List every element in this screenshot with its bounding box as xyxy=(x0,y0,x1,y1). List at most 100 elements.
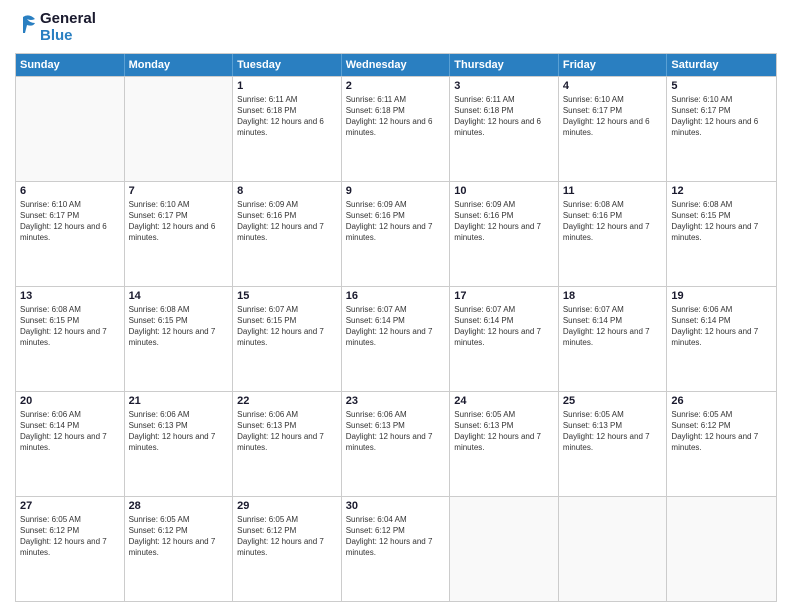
cell-info: Sunrise: 6:08 AMSunset: 6:15 PMDaylight:… xyxy=(671,199,772,244)
cell-info: Sunrise: 6:05 AMSunset: 6:12 PMDaylight:… xyxy=(237,514,337,559)
cell-4-0: 27 Sunrise: 6:05 AMSunset: 6:12 PMDaylig… xyxy=(16,497,125,601)
cell-info: Sunrise: 6:09 AMSunset: 6:16 PMDaylight:… xyxy=(237,199,337,244)
day-number: 29 xyxy=(237,500,337,512)
cell-info: Sunrise: 6:10 AMSunset: 6:17 PMDaylight:… xyxy=(20,199,120,244)
cell-3-3: 23 Sunrise: 6:06 AMSunset: 6:13 PMDaylig… xyxy=(342,392,451,496)
cell-0-5: 4 Sunrise: 6:10 AMSunset: 6:17 PMDayligh… xyxy=(559,77,668,181)
cell-4-1: 28 Sunrise: 6:05 AMSunset: 6:12 PMDaylig… xyxy=(125,497,234,601)
day-number: 19 xyxy=(671,290,772,302)
cell-info: Sunrise: 6:05 AMSunset: 6:12 PMDaylight:… xyxy=(671,409,772,454)
week-row-3: 20 Sunrise: 6:06 AMSunset: 6:14 PMDaylig… xyxy=(16,391,776,496)
logo-bird-icon xyxy=(15,13,37,41)
cell-1-4: 10 Sunrise: 6:09 AMSunset: 6:16 PMDaylig… xyxy=(450,182,559,286)
day-number: 13 xyxy=(20,290,120,302)
cell-0-6: 5 Sunrise: 6:10 AMSunset: 6:17 PMDayligh… xyxy=(667,77,776,181)
cell-2-0: 13 Sunrise: 6:08 AMSunset: 6:15 PMDaylig… xyxy=(16,287,125,391)
day-number: 6 xyxy=(20,185,120,197)
day-number: 2 xyxy=(346,80,446,92)
cell-1-1: 7 Sunrise: 6:10 AMSunset: 6:17 PMDayligh… xyxy=(125,182,234,286)
day-number: 30 xyxy=(346,500,446,512)
cell-4-3: 30 Sunrise: 6:04 AMSunset: 6:12 PMDaylig… xyxy=(342,497,451,601)
cell-info: Sunrise: 6:11 AMSunset: 6:18 PMDaylight:… xyxy=(454,94,554,139)
cell-info: Sunrise: 6:05 AMSunset: 6:12 PMDaylight:… xyxy=(20,514,120,559)
day-number: 23 xyxy=(346,395,446,407)
day-number: 25 xyxy=(563,395,663,407)
day-number: 11 xyxy=(563,185,663,197)
cell-2-6: 19 Sunrise: 6:06 AMSunset: 6:14 PMDaylig… xyxy=(667,287,776,391)
cell-info: Sunrise: 6:06 AMSunset: 6:13 PMDaylight:… xyxy=(129,409,229,454)
cell-info: Sunrise: 6:06 AMSunset: 6:13 PMDaylight:… xyxy=(237,409,337,454)
calendar: Sunday Monday Tuesday Wednesday Thursday… xyxy=(15,53,777,603)
cell-info: Sunrise: 6:07 AMSunset: 6:14 PMDaylight:… xyxy=(454,304,554,349)
cell-info: Sunrise: 6:05 AMSunset: 6:12 PMDaylight:… xyxy=(129,514,229,559)
day-number: 5 xyxy=(671,80,772,92)
cell-1-6: 12 Sunrise: 6:08 AMSunset: 6:15 PMDaylig… xyxy=(667,182,776,286)
header: General Blue xyxy=(15,10,777,45)
week-row-1: 6 Sunrise: 6:10 AMSunset: 6:17 PMDayligh… xyxy=(16,181,776,286)
week-row-0: 1 Sunrise: 6:11 AMSunset: 6:18 PMDayligh… xyxy=(16,76,776,181)
week-row-2: 13 Sunrise: 6:08 AMSunset: 6:15 PMDaylig… xyxy=(16,286,776,391)
day-number: 8 xyxy=(237,185,337,197)
cell-info: Sunrise: 6:10 AMSunset: 6:17 PMDaylight:… xyxy=(563,94,663,139)
week-row-4: 27 Sunrise: 6:05 AMSunset: 6:12 PMDaylig… xyxy=(16,496,776,601)
cell-3-5: 25 Sunrise: 6:05 AMSunset: 6:13 PMDaylig… xyxy=(559,392,668,496)
logo-container: General Blue xyxy=(15,10,96,45)
cell-info: Sunrise: 6:04 AMSunset: 6:12 PMDaylight:… xyxy=(346,514,446,559)
header-monday: Monday xyxy=(125,54,234,76)
header-wednesday: Wednesday xyxy=(342,54,451,76)
cell-info: Sunrise: 6:07 AMSunset: 6:14 PMDaylight:… xyxy=(346,304,446,349)
day-number: 10 xyxy=(454,185,554,197)
day-number: 9 xyxy=(346,185,446,197)
cell-info: Sunrise: 6:05 AMSunset: 6:13 PMDaylight:… xyxy=(563,409,663,454)
cell-3-1: 21 Sunrise: 6:06 AMSunset: 6:13 PMDaylig… xyxy=(125,392,234,496)
cell-4-2: 29 Sunrise: 6:05 AMSunset: 6:12 PMDaylig… xyxy=(233,497,342,601)
cell-2-2: 15 Sunrise: 6:07 AMSunset: 6:15 PMDaylig… xyxy=(233,287,342,391)
cell-2-5: 18 Sunrise: 6:07 AMSunset: 6:14 PMDaylig… xyxy=(559,287,668,391)
cell-info: Sunrise: 6:08 AMSunset: 6:16 PMDaylight:… xyxy=(563,199,663,244)
day-number: 12 xyxy=(671,185,772,197)
logo-line2: Blue xyxy=(40,27,96,44)
cell-info: Sunrise: 6:10 AMSunset: 6:17 PMDaylight:… xyxy=(129,199,229,244)
day-number: 18 xyxy=(563,290,663,302)
cell-info: Sunrise: 6:11 AMSunset: 6:18 PMDaylight:… xyxy=(237,94,337,139)
cell-1-0: 6 Sunrise: 6:10 AMSunset: 6:17 PMDayligh… xyxy=(16,182,125,286)
header-saturday: Saturday xyxy=(667,54,776,76)
day-number: 16 xyxy=(346,290,446,302)
cell-0-3: 2 Sunrise: 6:11 AMSunset: 6:18 PMDayligh… xyxy=(342,77,451,181)
cell-3-4: 24 Sunrise: 6:05 AMSunset: 6:13 PMDaylig… xyxy=(450,392,559,496)
day-number: 21 xyxy=(129,395,229,407)
cell-info: Sunrise: 6:11 AMSunset: 6:18 PMDaylight:… xyxy=(346,94,446,139)
day-number: 7 xyxy=(129,185,229,197)
cell-3-2: 22 Sunrise: 6:06 AMSunset: 6:13 PMDaylig… xyxy=(233,392,342,496)
cell-info: Sunrise: 6:10 AMSunset: 6:17 PMDaylight:… xyxy=(671,94,772,139)
day-number: 28 xyxy=(129,500,229,512)
day-number: 26 xyxy=(671,395,772,407)
day-number: 15 xyxy=(237,290,337,302)
day-number: 3 xyxy=(454,80,554,92)
cell-0-4: 3 Sunrise: 6:11 AMSunset: 6:18 PMDayligh… xyxy=(450,77,559,181)
cell-4-4 xyxy=(450,497,559,601)
header-tuesday: Tuesday xyxy=(233,54,342,76)
day-number: 14 xyxy=(129,290,229,302)
cell-info: Sunrise: 6:07 AMSunset: 6:15 PMDaylight:… xyxy=(237,304,337,349)
header-friday: Friday xyxy=(559,54,668,76)
calendar-body: 1 Sunrise: 6:11 AMSunset: 6:18 PMDayligh… xyxy=(16,76,776,602)
logo: General Blue xyxy=(15,10,96,45)
page: General Blue Sunday Monday Tuesday Wedne… xyxy=(0,0,792,612)
cell-2-4: 17 Sunrise: 6:07 AMSunset: 6:14 PMDaylig… xyxy=(450,287,559,391)
day-number: 4 xyxy=(563,80,663,92)
header-sunday: Sunday xyxy=(16,54,125,76)
cell-3-0: 20 Sunrise: 6:06 AMSunset: 6:14 PMDaylig… xyxy=(16,392,125,496)
day-number: 1 xyxy=(237,80,337,92)
day-number: 22 xyxy=(237,395,337,407)
cell-info: Sunrise: 6:05 AMSunset: 6:13 PMDaylight:… xyxy=(454,409,554,454)
cell-1-3: 9 Sunrise: 6:09 AMSunset: 6:16 PMDayligh… xyxy=(342,182,451,286)
day-number: 17 xyxy=(454,290,554,302)
calendar-header-row: Sunday Monday Tuesday Wednesday Thursday… xyxy=(16,54,776,76)
cell-0-0 xyxy=(16,77,125,181)
header-thursday: Thursday xyxy=(450,54,559,76)
day-number: 24 xyxy=(454,395,554,407)
cell-0-1 xyxy=(125,77,234,181)
cell-1-5: 11 Sunrise: 6:08 AMSunset: 6:16 PMDaylig… xyxy=(559,182,668,286)
cell-2-3: 16 Sunrise: 6:07 AMSunset: 6:14 PMDaylig… xyxy=(342,287,451,391)
